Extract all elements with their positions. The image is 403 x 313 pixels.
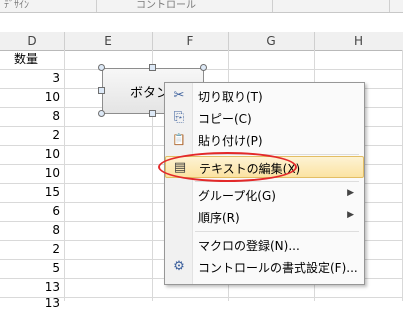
menu-item-assign-macro[interactable]: マクロの登録(N)... — [165, 234, 364, 256]
cell-quantity[interactable]: 10 — [4, 88, 64, 107]
paste-icon: 📋 — [172, 133, 186, 146]
menu-item-label: コントロールの書式設定(F)... — [198, 261, 358, 275]
submenu-arrow-icon: ▶ — [347, 188, 354, 198]
cell-quantity[interactable]: 13 — [4, 294, 64, 313]
menu-item-label: 貼り付け(P) — [198, 134, 263, 148]
cell-quantity[interactable]: 2 — [4, 240, 64, 259]
column-header-h[interactable]: H — [314, 32, 403, 50]
annotation-oval — [158, 152, 297, 182]
ribbon-group-label-left: ﾃﾞｻｲﾝ — [4, 0, 29, 8]
column-header-f[interactable]: F — [152, 32, 229, 50]
context-menu: ✂ 切り取り(T) ⎘ コピー(C) 📋 貼り付け(P) ▤ テキストの編集(X… — [164, 82, 365, 285]
resize-handle-top-right[interactable] — [200, 64, 207, 71]
column-header-row: D E F G H — [0, 32, 403, 51]
menu-item-format-control[interactable]: ⚙ コントロールの書式設定(F)... — [165, 256, 364, 278]
cell-quantity[interactable]: 15 — [4, 183, 64, 202]
menu-item-label: グループ化(G) — [198, 189, 276, 203]
menu-item-label: コピー(C) — [198, 112, 252, 126]
resize-handle-bottom-left[interactable] — [98, 110, 105, 117]
scissors-icon: ✂ — [173, 88, 185, 103]
ribbon-divider — [389, 0, 390, 12]
format-control-icon: ⚙ — [173, 259, 185, 274]
menu-item-group[interactable]: グループ化(G) ▶ — [165, 184, 364, 206]
cell-quantity[interactable]: 10 — [4, 145, 64, 164]
resize-handle-top-left[interactable] — [98, 64, 105, 71]
ribbon-group-label-middle: コントロール — [136, 0, 196, 8]
menu-item-label: 順序(R) — [198, 211, 240, 225]
cell-header-quantity[interactable]: 数量 — [14, 50, 38, 69]
cell-quantity[interactable]: 8 — [4, 221, 64, 240]
ribbon-strip: ﾃﾞｻｲﾝ コントロール — [0, 0, 403, 13]
menu-item-label: 切り取り(T) — [198, 90, 263, 104]
cell-quantity[interactable]: 6 — [4, 202, 64, 221]
menu-item-order[interactable]: 順序(R) ▶ — [165, 206, 364, 228]
menu-item-label: マクロの登録(N)... — [198, 239, 300, 253]
cell-quantity[interactable]: 3 — [4, 69, 64, 88]
menu-item-cut[interactable]: ✂ 切り取り(T) — [165, 85, 364, 107]
column-header-g[interactable]: G — [228, 32, 315, 50]
ribbon-divider — [96, 0, 97, 12]
menu-item-paste[interactable]: 📋 貼り付け(P) — [165, 129, 364, 151]
column-header-e[interactable]: E — [64, 32, 153, 50]
menu-separator — [195, 231, 359, 232]
menu-item-copy[interactable]: ⎘ コピー(C) — [165, 107, 364, 129]
cell-quantity[interactable]: 5 — [4, 259, 64, 278]
cell-quantity[interactable]: 8 — [4, 107, 64, 126]
submenu-arrow-icon: ▶ — [347, 210, 354, 220]
cell-quantity[interactable]: 2 — [4, 126, 64, 145]
resize-handle-top[interactable] — [149, 64, 156, 71]
resize-handle-left[interactable] — [98, 87, 105, 94]
cell-quantity[interactable]: 10 — [4, 164, 64, 183]
copy-icon: ⎘ — [173, 110, 185, 125]
ribbon-divider — [272, 0, 273, 12]
column-header-d[interactable]: D — [0, 32, 65, 50]
resize-handle-bottom[interactable] — [149, 110, 156, 117]
